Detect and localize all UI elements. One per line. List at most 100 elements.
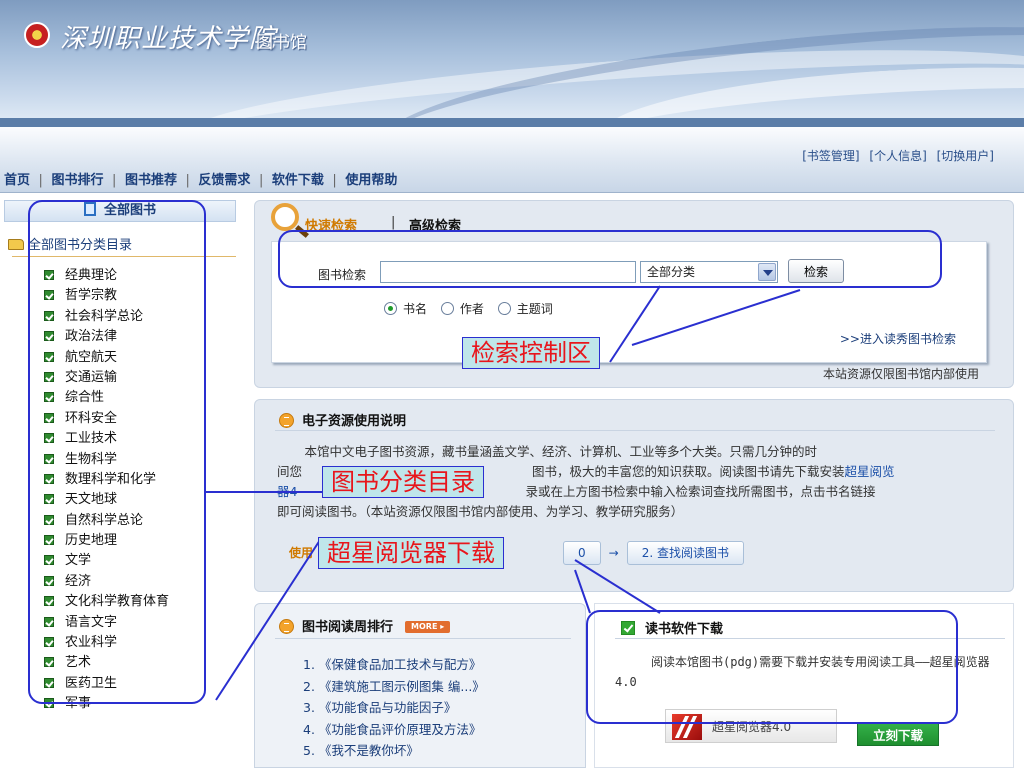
personal-info-link[interactable]: [个人信息]	[869, 149, 926, 163]
nav-separator: |	[332, 173, 337, 188]
software-download-panel: 读书软件下载 阅读本馆图书(pdg)需要下载并安装专用阅读工具——超星阅览器4.…	[594, 603, 1014, 768]
info-bullet-icon	[279, 619, 294, 634]
category-label: 工业技术	[65, 431, 118, 447]
category-check-icon	[44, 473, 54, 484]
step-1-button[interactable]: 0	[563, 541, 601, 565]
category-item[interactable]: 综合性	[44, 388, 169, 408]
category-item[interactable]: 文化科学教育体育	[44, 592, 169, 612]
nav-book-recommend[interactable]: 图书推荐	[125, 173, 177, 188]
superstar-reader-logo[interactable]: 超星阅览器4.0	[665, 709, 837, 743]
category-check-icon	[44, 270, 54, 280]
category-item[interactable]: 航空航天	[44, 348, 169, 368]
search-button[interactable]: 检索	[788, 259, 844, 283]
category-label: 生物科学	[65, 451, 118, 467]
nav-home[interactable]: 首页	[4, 173, 30, 188]
chevron-down-icon[interactable]	[758, 263, 776, 281]
category-check-icon	[44, 637, 54, 648]
radio-subject-label: 主题词	[516, 302, 553, 316]
search-input[interactable]	[380, 261, 636, 283]
internal-use-note: 本站资源仅限图书馆内部使用	[822, 367, 979, 381]
category-check-icon	[44, 698, 54, 709]
banner-strip	[0, 118, 1024, 127]
nav-separator: |	[112, 173, 117, 188]
usage-divider	[275, 430, 995, 431]
nav-separator: |	[258, 173, 264, 188]
category-item[interactable]: 生物科学	[44, 450, 169, 470]
category-label: 历史地理	[65, 533, 118, 549]
category-label: 数理科学和化学	[65, 471, 157, 487]
category-select[interactable]: 全部分类	[640, 261, 778, 283]
ranking-item[interactable]: 2. 《建筑施工图示例图集 编...》	[303, 676, 485, 698]
switch-user-link[interactable]: [切换用户]	[937, 149, 994, 163]
category-tree-root[interactable]: 全部图书分类目录	[8, 234, 132, 253]
main-nav: 首页 | 图书排行 | 图书推荐 | 反馈需求 | 软件下载 | 使用帮助	[4, 169, 397, 188]
open-folder-icon	[8, 239, 24, 250]
usage-text-fragment: 录或在上方图书检索中输入检索词查找所需图书，点击书名链接	[525, 484, 876, 499]
duxiu-search-link[interactable]: >>进入读秀图书检索	[840, 330, 956, 347]
usage-line: 本馆中文电子图书资源，藏书量涵盖文学、经济、计算机、工业等多个大类。只需几分钟的…	[304, 444, 818, 459]
user-links: [书签管理] [个人信息] [切换用户]	[796, 147, 994, 164]
category-label: 交通运输	[65, 369, 118, 385]
category-check-icon	[44, 433, 54, 444]
category-check-icon	[44, 616, 54, 627]
step-2-button[interactable]: 2. 查找阅读图书	[626, 541, 744, 565]
category-item[interactable]: 自然科学总论	[44, 511, 169, 531]
ranking-item[interactable]: 3. 《功能食品与功能因子》	[303, 697, 485, 719]
category-item[interactable]: 历史地理	[44, 531, 169, 551]
nav-bar: [书签管理] [个人信息] [切换用户] 首页 | 图书排行 | 图书推荐 | …	[0, 127, 1024, 193]
category-item[interactable]: 环科安全	[44, 409, 169, 429]
more-button[interactable]: MORE ▸	[405, 621, 451, 633]
tab-advanced-search[interactable]: 高级检索	[409, 215, 461, 234]
ranking-item[interactable]: 5. 《我不是教你坏》	[303, 740, 485, 762]
category-item[interactable]: 工业技术	[44, 429, 169, 449]
nav-help[interactable]: 使用帮助	[345, 173, 397, 188]
search-field-label: 图书检索	[318, 268, 367, 282]
nav-software-download[interactable]: 软件下载	[272, 173, 324, 188]
category-item[interactable]: 文学	[44, 551, 169, 571]
category-label: 社会科学总论	[65, 308, 144, 324]
nav-book-ranking[interactable]: 图书排行	[51, 173, 103, 188]
reader-inline-link[interactable]: 超星阅览	[845, 464, 895, 479]
nav-separator: |	[38, 173, 43, 188]
category-item[interactable]: 农业科学	[44, 633, 169, 653]
category-check-icon	[44, 310, 54, 321]
category-item[interactable]: 哲学宗教	[44, 286, 169, 306]
radio-author-label: 作者	[459, 302, 484, 316]
category-item[interactable]: 天文地球	[44, 490, 169, 510]
tab-quick-search[interactable]: 快速检索	[305, 215, 357, 234]
category-item[interactable]: 医药卫生	[44, 674, 169, 694]
category-item[interactable]: 政治法律	[44, 327, 169, 347]
radio-author[interactable]	[440, 302, 454, 315]
category-label: 政治法律	[65, 329, 118, 345]
check-icon	[621, 621, 635, 635]
category-item[interactable]: 经典理论	[44, 266, 169, 286]
category-item[interactable]: 数理科学和化学	[44, 470, 169, 490]
usage-text-fragment: 间您	[277, 464, 303, 479]
category-item[interactable]: 语言文字	[44, 613, 169, 633]
ranking-item[interactable]: 4. 《功能食品评价原理及方法》	[303, 719, 485, 741]
bookmark-manage-link[interactable]: [书签管理]	[802, 149, 859, 163]
category-item[interactable]: 艺术	[44, 653, 169, 673]
radio-subject[interactable]	[497, 302, 511, 315]
all-books-header[interactable]: 全部图书	[4, 200, 236, 222]
radio-title[interactable]	[384, 302, 397, 315]
software-title: 读书软件下载	[645, 622, 724, 637]
superstar-logo-icon	[672, 714, 702, 740]
category-item[interactable]: 交通运输	[44, 368, 169, 388]
ranking-divider	[275, 638, 571, 639]
category-item[interactable]: 军事	[44, 694, 169, 714]
download-now-button[interactable]: 立刻下载	[857, 722, 939, 746]
nav-feedback[interactable]: 反馈需求	[198, 173, 250, 188]
nav-separator: |	[185, 173, 190, 188]
category-label: 天文地球	[65, 492, 118, 508]
category-check-icon	[44, 514, 54, 525]
category-item[interactable]: 社会科学总论	[44, 307, 169, 327]
category-item[interactable]: 经济	[44, 572, 169, 592]
usage-title: 电子资源使用说明	[302, 414, 407, 429]
category-label: 语言文字	[65, 614, 118, 630]
category-check-icon	[44, 371, 54, 382]
category-check-icon	[44, 290, 54, 301]
ranking-item[interactable]: 1. 《保健食品加工技术与配方》	[303, 654, 485, 676]
category-check-icon	[44, 494, 54, 505]
category-label: 哲学宗教	[65, 288, 118, 304]
